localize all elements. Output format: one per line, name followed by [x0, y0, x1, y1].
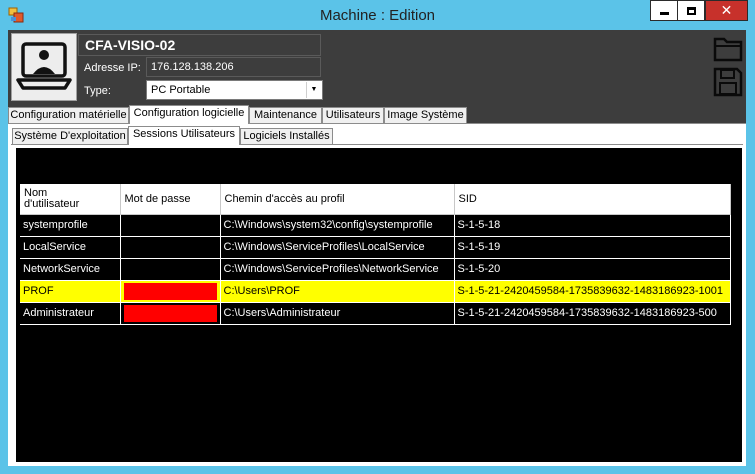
- table-header-row: Nom d'utilisateur Mot de passe Chemin d'…: [20, 184, 731, 215]
- cell-profile-path[interactable]: C:\Windows\ServiceProfiles\LocalService: [220, 236, 455, 259]
- column-header-password[interactable]: Mot de passe: [120, 184, 221, 215]
- cell-password[interactable]: [120, 236, 221, 259]
- chevron-down-icon[interactable]: ▼: [306, 82, 321, 98]
- machine-edition-form: CFA-VISIO-02 Adresse IP: 176.128.138.206…: [8, 30, 746, 466]
- password-status-fill: [123, 282, 217, 300]
- maximize-icon: [686, 7, 696, 15]
- password-status-fill: [123, 304, 217, 322]
- cell-password[interactable]: [120, 258, 221, 281]
- cell-user[interactable]: Administrateur: [20, 302, 121, 325]
- cell-user[interactable]: PROF: [20, 280, 121, 303]
- table-row[interactable]: LocalService C:\Windows\ServiceProfiles\…: [20, 236, 731, 259]
- cell-password[interactable]: [120, 280, 221, 303]
- tab-sessions-utilisateurs[interactable]: Sessions Utilisateurs: [128, 126, 240, 145]
- machine-avatar: [11, 33, 77, 101]
- tab-configuration-logicielle[interactable]: Configuration logicielle: [129, 105, 249, 124]
- cell-user[interactable]: LocalService: [20, 236, 121, 259]
- maximize-button[interactable]: [677, 0, 705, 21]
- ip-label: Adresse IP:: [84, 62, 141, 74]
- cell-profile-path[interactable]: C:\Users\PROF: [220, 280, 455, 303]
- tab-logiciels-installes[interactable]: Logiciels Installés: [240, 128, 333, 144]
- close-button[interactable]: ✕: [705, 0, 748, 21]
- table-row[interactable]: systemprofile C:\Windows\system32\config…: [20, 214, 731, 237]
- cell-sid[interactable]: S-1-5-20: [454, 258, 731, 281]
- cell-sid[interactable]: S-1-5-18: [454, 214, 731, 237]
- minimize-button[interactable]: [650, 0, 678, 21]
- cell-password[interactable]: [120, 214, 221, 237]
- folder-icon[interactable]: [713, 34, 743, 62]
- cell-profile-path[interactable]: C:\Windows\system32\config\systemprofile: [220, 214, 455, 237]
- sessions-table: Nom d'utilisateur Mot de passe Chemin d'…: [20, 184, 731, 325]
- cell-sid[interactable]: S-1-5-21-2420459584-1735839632-148318692…: [454, 302, 731, 325]
- sub-tab-strip: Système D'exploitation Sessions Utilisat…: [11, 126, 743, 145]
- close-icon: ✕: [720, 2, 733, 18]
- column-header-sid[interactable]: SID: [454, 184, 731, 215]
- type-label: Type:: [84, 85, 111, 97]
- minimize-icon: [660, 12, 669, 15]
- table-row[interactable]: Administrateur C:\Users\Administrateur S…: [20, 302, 731, 325]
- tab-utilisateurs[interactable]: Utilisateurs: [322, 107, 384, 123]
- cell-sid[interactable]: S-1-5-19: [454, 236, 731, 259]
- cell-user[interactable]: NetworkService: [20, 258, 121, 281]
- cell-profile-path[interactable]: C:\Windows\ServiceProfiles\NetworkServic…: [220, 258, 455, 281]
- table-row[interactable]: NetworkService C:\Windows\ServiceProfile…: [20, 258, 731, 281]
- tab-maintenance[interactable]: Maintenance: [249, 107, 322, 123]
- type-select-value: PC Portable: [151, 84, 211, 96]
- floppy-disk-icon[interactable]: [713, 67, 743, 97]
- cell-password[interactable]: [120, 302, 221, 325]
- cell-profile-path[interactable]: C:\Users\Administrateur: [220, 302, 455, 325]
- laptop-user-icon: [16, 42, 72, 90]
- tab-configuration-materielle[interactable]: Configuration matérielle: [8, 107, 129, 123]
- column-header-profile-path[interactable]: Chemin d'accès au profil: [220, 184, 455, 215]
- type-select[interactable]: PC Portable ▼: [146, 80, 323, 100]
- column-header-user[interactable]: Nom d'utilisateur: [20, 184, 121, 215]
- main-tab-strip: Configuration matérielle Configuration l…: [8, 105, 746, 124]
- tab-image-systeme[interactable]: Image Système: [384, 107, 467, 123]
- tab-systeme-exploitation[interactable]: Système D'exploitation: [12, 128, 128, 144]
- cell-sid[interactable]: S-1-5-21-2420459584-1735839632-148318692…: [454, 280, 731, 303]
- machine-name-field[interactable]: CFA-VISIO-02: [78, 34, 321, 56]
- table-row-selected[interactable]: PROF C:\Users\PROF S-1-5-21-2420459584-1…: [20, 280, 731, 303]
- cell-user[interactable]: systemprofile: [20, 214, 121, 237]
- window-title: Machine : Edition: [319, 7, 436, 24]
- title-bar[interactable]: Machine : Edition ✕: [0, 0, 755, 30]
- sessions-grid-area: Nom d'utilisateur Mot de passe Chemin d'…: [16, 148, 742, 462]
- ip-address-field[interactable]: 176.128.138.206: [146, 57, 321, 77]
